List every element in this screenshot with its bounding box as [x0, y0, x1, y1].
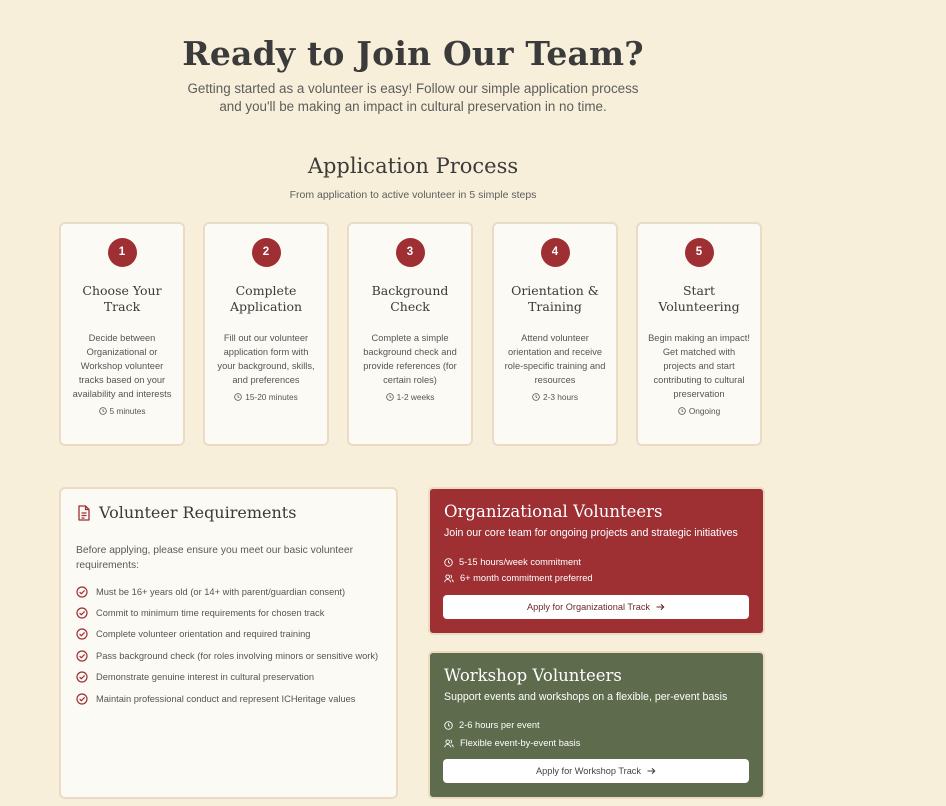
- page-subtitle: Getting started as a volunteer is easy! …: [187, 81, 639, 114]
- process-subtitle: From application to active volunteer in …: [289, 189, 537, 201]
- list-item: Demonstrate genuine interest in cultural…: [76, 667, 396, 688]
- clock-icon: [444, 557, 453, 567]
- check-circle-icon: [76, 650, 88, 662]
- list-item: Commit to minimum time requirements for …: [76, 602, 396, 623]
- step-number: 1: [107, 238, 137, 267]
- track-duration: 6+ month commitment preferred: [444, 573, 593, 583]
- users-icon: [444, 738, 454, 747]
- organizational-track-card: Organizational Volunteers Join our core …: [428, 487, 765, 635]
- apply-workshop-button[interactable]: Apply for Workshop Track: [443, 759, 749, 783]
- process-title: Application Process: [307, 154, 519, 178]
- step-card-1: 1 Choose Your Track Decide between Organ…: [59, 222, 185, 446]
- check-circle-icon: [76, 671, 88, 683]
- step-time-label: 1-2 weeks: [396, 392, 435, 402]
- page-title: Ready to Join Our Team?: [182, 34, 644, 73]
- button-label: Apply for Organizational Track: [526, 602, 651, 612]
- step-number: 5: [684, 238, 714, 267]
- apply-organizational-button[interactable]: Apply for Organizational Track: [443, 595, 749, 619]
- track-duration-label: 6+ month commitment preferred: [460, 573, 593, 583]
- track-duration-label: Flexible event-by-event basis: [460, 738, 581, 748]
- track-commitment: 5-15 hours/week commitment: [444, 557, 581, 567]
- step-time: 2-3 hours: [494, 392, 616, 402]
- step-title: Background Check: [371, 283, 449, 314]
- step-title: Choose Your Track: [82, 283, 162, 314]
- step-time: Ongoing: [638, 406, 760, 416]
- step-description: Attend volunteer orientation and receive…: [504, 333, 606, 385]
- arrow-right-icon: [656, 603, 665, 611]
- track-title: Organizational Volunteers: [444, 502, 663, 521]
- requirements-intro: Before applying, please ensure you meet …: [76, 545, 354, 571]
- requirement-text: Demonstrate genuine interest in cultural…: [96, 672, 315, 683]
- track-subtitle: Join our core team for ongoing projects …: [444, 527, 738, 539]
- track-subtitle: Support events and workshops on a flexib…: [444, 691, 728, 703]
- step-title: Complete Application: [229, 283, 303, 314]
- step-card-4: 4 Orientation & Training Attend voluntee…: [492, 222, 618, 446]
- step-number: 3: [395, 238, 425, 267]
- requirement-text: Must be 16+ years old (or 14+ with paren…: [96, 586, 346, 597]
- clock-icon: [444, 720, 453, 730]
- step-time: 5 minutes: [61, 406, 183, 416]
- step-number: 4: [540, 238, 570, 267]
- track-commitment-label: 5-15 hours/week commitment: [459, 557, 581, 567]
- arrow-right-icon: [647, 767, 656, 775]
- clock-icon: [98, 407, 107, 415]
- step-time: 1-2 weeks: [349, 392, 471, 402]
- step-card-3: 3 Background Check Complete a simple bac…: [347, 222, 473, 446]
- requirement-text: Commit to minimum time requirements for …: [96, 608, 325, 619]
- list-item: Pass background check (for roles involvi…: [76, 645, 396, 666]
- track-commitment: 2-6 hours per event: [444, 720, 540, 730]
- requirement-text: Pass background check (for roles involvi…: [96, 650, 379, 661]
- check-circle-icon: [76, 628, 88, 641]
- step-number: 2: [251, 238, 281, 267]
- requirements-header: Volunteer Requirements: [77, 503, 296, 522]
- step-time-label: 2-3 hours: [542, 392, 579, 402]
- clock-icon: [678, 407, 686, 415]
- step-time: 15-20 minutes: [205, 392, 327, 402]
- step-card-5: 5 Start Volunteering Begin making an imp…: [636, 222, 762, 446]
- button-label: Apply for Workshop Track: [535, 766, 641, 776]
- document-icon: [78, 504, 90, 521]
- check-circle-icon: [76, 586, 88, 598]
- step-time-label: 15-20 minutes: [245, 392, 298, 402]
- check-circle-icon: [76, 693, 88, 705]
- step-description: Decide between Organizational or Worksho…: [72, 333, 172, 399]
- step-title: Orientation & Training: [511, 283, 599, 314]
- step-time-label: 5 minutes: [109, 406, 146, 416]
- clock-icon: [234, 393, 242, 401]
- workshop-track-card: Workshop Volunteers Support events and w…: [428, 651, 765, 799]
- requirement-text: Maintain professional conduct and repres…: [96, 693, 356, 704]
- clock-icon: [385, 393, 394, 401]
- step-time-label: Ongoing: [688, 406, 721, 416]
- step-description: Fill out our volunteer application form …: [217, 333, 315, 385]
- step-title: Start Volunteering: [658, 283, 740, 314]
- track-title: Workshop Volunteers: [444, 666, 622, 685]
- list-item: Maintain professional conduct and repres…: [76, 688, 396, 709]
- track-commitment-label: 2-6 hours per event: [459, 720, 540, 730]
- requirements-card: Volunteer Requirements Before applying, …: [59, 487, 398, 799]
- track-duration: Flexible event-by-event basis: [444, 738, 580, 748]
- users-icon: [444, 573, 454, 582]
- list-item: Must be 16+ years old (or 14+ with paren…: [76, 581, 396, 602]
- step-description: Complete a simple background check and p…: [363, 333, 457, 385]
- step-description: Begin making an impact! Get matched with…: [648, 333, 750, 399]
- requirement-text: Complete volunteer orientation and requi…: [96, 629, 311, 640]
- requirements-title: Volunteer Requirements: [99, 503, 297, 522]
- list-item: Complete volunteer orientation and requi…: [76, 624, 396, 645]
- step-card-2: 2 Complete Application Fill out our volu…: [203, 222, 329, 446]
- requirements-list: Must be 16+ years old (or 14+ with paren…: [76, 581, 396, 709]
- check-circle-icon: [76, 607, 88, 619]
- clock-icon: [532, 393, 540, 401]
